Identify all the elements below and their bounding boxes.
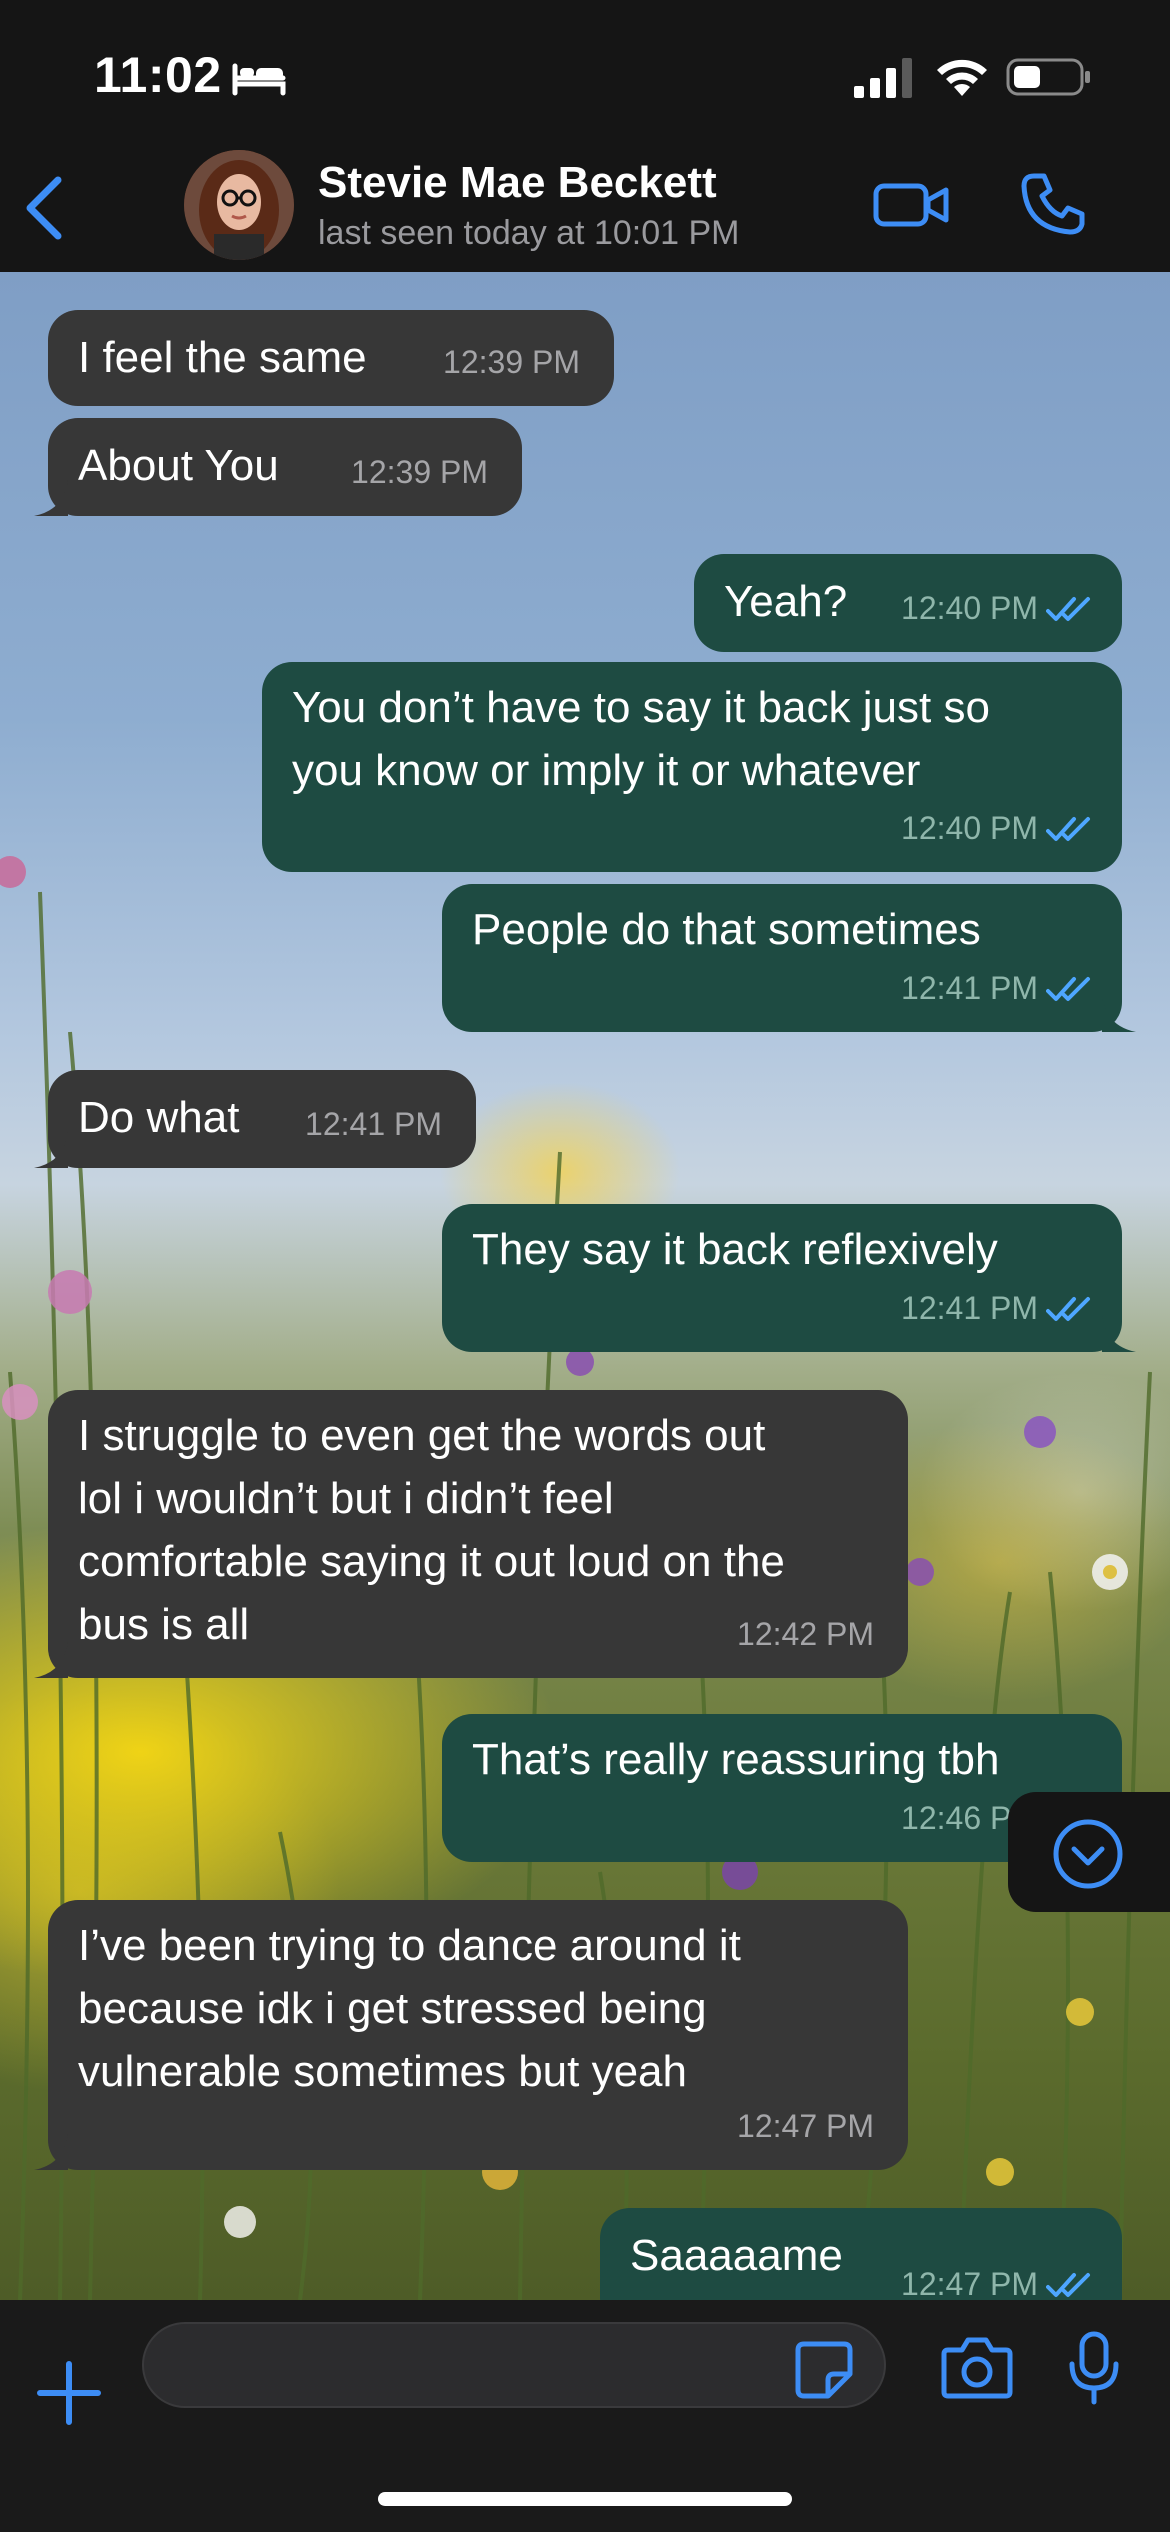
microphone-icon[interactable] bbox=[1066, 2330, 1122, 2406]
read-receipt-icon bbox=[1046, 816, 1090, 841]
incoming-message[interactable]: I’ve been trying to dance around it beca… bbox=[34, 1900, 908, 2170]
message-meta: 12:41 PM bbox=[901, 957, 1092, 1020]
message-text: That’s really reassuring tbh bbox=[472, 1735, 1000, 1784]
incoming-message[interactable]: About You 12:39 PM bbox=[34, 418, 522, 516]
message-time: 12:47 PM bbox=[737, 2108, 874, 2144]
message-time: 12:40 PM bbox=[901, 590, 1038, 626]
message-time: 12:39 PM bbox=[443, 344, 580, 380]
message-time: 12:39 PM bbox=[351, 454, 488, 490]
chat-header: Stevie Mae Beckett last seen today at 10… bbox=[0, 150, 1170, 272]
message-composer bbox=[0, 2300, 1170, 2532]
video-camera-icon[interactable] bbox=[872, 172, 952, 236]
phone-icon[interactable] bbox=[1020, 170, 1086, 236]
message-meta: 12:40 PM bbox=[901, 577, 1092, 640]
message-meta: 12:41 PM bbox=[305, 1093, 442, 1156]
message-meta: 12:39 PM bbox=[443, 331, 580, 394]
wifi-icon bbox=[937, 59, 987, 96]
contact-name[interactable]: Stevie Mae Beckett bbox=[318, 158, 717, 208]
message-meta: 12:42 PM bbox=[737, 1603, 874, 1666]
message-meta: 12:47 PM bbox=[737, 2095, 874, 2158]
bubble-tail bbox=[34, 1642, 68, 1678]
message-input[interactable] bbox=[142, 2322, 886, 2408]
sticker-icon[interactable] bbox=[794, 2340, 854, 2400]
message-time: 12:41 PM bbox=[901, 970, 1038, 1006]
message-meta: 12:40 PM bbox=[901, 797, 1092, 860]
status-bar: 11:02 bbox=[0, 0, 1170, 150]
message-time: 12:41 PM bbox=[901, 1290, 1038, 1326]
outgoing-message[interactable]: People do that sometimes 12:41 PM bbox=[442, 884, 1136, 1032]
chevron-down-circle-icon bbox=[1053, 1819, 1123, 1889]
message-text: People do that sometimes bbox=[472, 905, 981, 954]
outgoing-message[interactable]: You don’t have to say it back just so yo… bbox=[262, 662, 1122, 872]
message-text: They say it back reflexively bbox=[472, 1225, 998, 1274]
plus-icon[interactable] bbox=[36, 2360, 102, 2426]
read-receipt-icon bbox=[1046, 976, 1090, 1001]
incoming-message[interactable]: I feel the same 12:39 PM bbox=[48, 310, 614, 406]
bubble-tail bbox=[1102, 996, 1136, 1032]
message-text: You don’t have to say it back just so yo… bbox=[292, 683, 990, 795]
read-receipt-icon bbox=[1046, 1296, 1090, 1321]
chevron-left-icon[interactable] bbox=[18, 172, 74, 244]
message-time: 12:42 PM bbox=[737, 1616, 874, 1652]
message-time: 12:41 PM bbox=[305, 1106, 442, 1142]
message-text: I’ve been trying to dance around it beca… bbox=[78, 1921, 741, 2096]
bubble-tail bbox=[34, 480, 68, 516]
bubble-tail bbox=[34, 1132, 68, 1168]
home-indicator[interactable] bbox=[378, 2492, 792, 2506]
bubble-tail bbox=[34, 2134, 68, 2170]
read-receipt-icon bbox=[1046, 2272, 1090, 2297]
last-seen-status: last seen today at 10:01 PM bbox=[318, 214, 740, 252]
avatar[interactable] bbox=[184, 150, 294, 260]
status-time: 11:02 bbox=[94, 47, 222, 103]
battery-icon bbox=[1006, 58, 1090, 96]
message-time: 12:40 PM bbox=[901, 810, 1038, 846]
message-meta: 12:41 PM bbox=[901, 1277, 1092, 1340]
incoming-message[interactable]: I struggle to even get the words out lol… bbox=[34, 1390, 908, 1678]
scroll-to-bottom-button[interactable] bbox=[1008, 1792, 1170, 1912]
bubble-tail bbox=[1102, 1316, 1136, 1352]
cellular-signal-icon bbox=[854, 58, 912, 98]
read-receipt-icon bbox=[1046, 596, 1090, 621]
outgoing-message[interactable]: Yeah? 12:40 PM bbox=[694, 554, 1122, 652]
incoming-message[interactable]: Do what 12:41 PM bbox=[34, 1070, 476, 1168]
outgoing-message[interactable]: They say it back reflexively 12:41 PM bbox=[442, 1204, 1136, 1352]
camera-icon[interactable] bbox=[940, 2336, 1014, 2400]
message-meta: 12:39 PM bbox=[351, 441, 488, 504]
bed-icon bbox=[232, 63, 286, 96]
